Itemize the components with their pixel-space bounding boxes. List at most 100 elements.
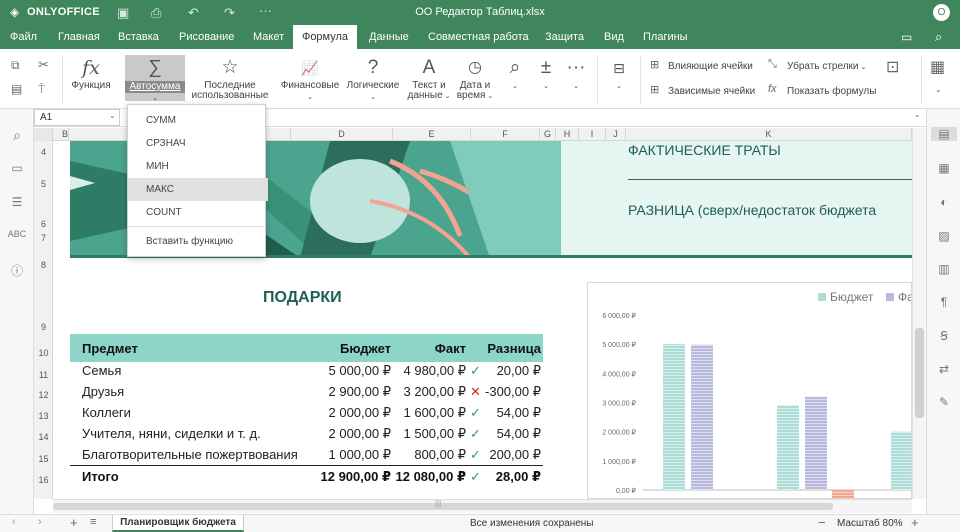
trace-precedents-button[interactable]: Влияющие ячейки xyxy=(668,61,753,72)
menu-item-max[interactable]: МАКС xyxy=(128,178,268,201)
zoom-level[interactable]: Масштаб 80% xyxy=(837,518,903,529)
cut-icon[interactable]: ✂ xyxy=(38,57,49,73)
signature-icon[interactable]: ✎ xyxy=(927,395,960,409)
tab-data[interactable]: Данные xyxy=(369,25,409,49)
copy-icon[interactable]: ⧉ xyxy=(11,58,20,73)
zoom-in-icon[interactable]: + xyxy=(911,515,919,530)
trace-dependents-button[interactable]: Зависимые ячейки xyxy=(668,86,755,97)
row-header-11[interactable]: 11 xyxy=(34,370,53,380)
comments-icon[interactable]: ▭ xyxy=(0,161,34,175)
watch-window-icon[interactable]: ⊡ xyxy=(886,57,899,77)
table-settings-icon[interactable]: ▦ xyxy=(927,161,960,175)
menu-item-sum[interactable]: СУММ xyxy=(128,109,268,132)
text-art-icon[interactable]: Ꞩ xyxy=(927,329,960,343)
menu-item-average[interactable]: СРЗНАЧ xyxy=(128,132,268,155)
tab-view[interactable]: Вид xyxy=(604,25,624,49)
tab-file[interactable]: Файл xyxy=(10,25,37,49)
user-avatar[interactable]: O xyxy=(933,4,950,21)
column-header-b[interactable]: B xyxy=(53,128,69,141)
menu-item-count[interactable]: COUNT xyxy=(128,201,268,224)
tab-formula[interactable]: Формула xyxy=(293,25,357,49)
row-header-7[interactable]: 7 xyxy=(34,233,53,243)
horizontal-scroll-thumb[interactable] xyxy=(53,503,833,510)
name-box[interactable]: A1 ⌄ xyxy=(34,109,120,126)
text-data-button[interactable]: A Текст и данные ⌄ xyxy=(404,57,454,102)
financial-button[interactable]: 📈 Финансовые ⌄ xyxy=(280,57,340,103)
pivot-settings-icon[interactable]: ⇄ xyxy=(927,362,960,376)
menu-item-min[interactable]: МИН xyxy=(128,155,268,178)
name-box-value: A1 xyxy=(40,112,53,123)
select-all-corner[interactable] xyxy=(34,128,53,141)
cell-settings-icon[interactable]: ▤ xyxy=(931,127,957,141)
add-sheet-icon[interactable]: + xyxy=(70,515,78,530)
row-header-12[interactable]: 12 xyxy=(34,390,53,400)
prev-sheet-icon[interactable]: ‹ xyxy=(12,516,16,528)
tab-layout[interactable]: Макет xyxy=(253,25,284,49)
shape-settings-icon[interactable]: ◐ xyxy=(927,195,960,209)
column-header-k[interactable]: K xyxy=(626,128,912,141)
tab-home[interactable]: Главная xyxy=(58,25,100,49)
column-header-h[interactable]: H xyxy=(556,128,579,141)
next-sheet-icon[interactable]: › xyxy=(38,516,42,528)
menu-item-insert-function[interactable]: Вставить функцию xyxy=(128,230,268,253)
calculation-icon[interactable]: ▦ xyxy=(930,57,945,77)
column-header-i[interactable]: I xyxy=(579,128,606,141)
row-header-16[interactable]: 16 xyxy=(34,475,53,485)
open-location-icon[interactable]: ▭ xyxy=(901,30,912,44)
row-header-9[interactable]: 9 xyxy=(34,322,53,332)
logical-button[interactable]: ? Логические ⌄ xyxy=(343,57,403,103)
paste-icon[interactable]: ▤ xyxy=(11,82,22,96)
format-painter-icon[interactable]: ⍑ xyxy=(38,82,45,97)
sheet-list-icon[interactable]: ≡ xyxy=(90,516,96,528)
tab-plugins[interactable]: Плагины xyxy=(643,25,688,49)
date-time-button[interactable]: ◷ Дата и время ⌄ xyxy=(454,57,496,102)
image-settings-icon[interactable]: ▨ xyxy=(927,229,960,243)
about-icon[interactable]: ⓘ xyxy=(0,262,34,279)
row-header-10[interactable]: 10 xyxy=(34,348,53,358)
sheet-tab-budget[interactable]: Планировщик бюджета xyxy=(112,515,244,532)
lookup-button[interactable]: ⌕ ⌄ xyxy=(502,57,528,92)
vertical-scroll-thumb[interactable] xyxy=(915,328,924,418)
column-header-j[interactable]: J xyxy=(606,128,626,141)
more-functions-button[interactable]: ··· ⌄ xyxy=(563,57,589,92)
search-icon[interactable]: ⌕ xyxy=(0,127,34,144)
expand-formula-icon[interactable]: ⌄ xyxy=(914,110,921,119)
chevron-down-icon[interactable]: ⌄ xyxy=(935,85,942,94)
tab-insert[interactable]: Вставка xyxy=(118,25,159,49)
row-header-8[interactable]: 8 xyxy=(34,260,53,270)
financial-chart-icon: 📈 xyxy=(301,60,319,76)
chart-settings-icon[interactable]: ▥ xyxy=(927,262,960,276)
row-header-6[interactable]: 6 xyxy=(34,219,53,229)
tab-protection[interactable]: Защита xyxy=(545,25,584,49)
remove-arrows-button[interactable]: Убрать стрелки ⌄ xyxy=(787,61,866,72)
budget-chart[interactable]: 6 000,00 ₽ 5 000,00 ₽ 4 000,00 ₽ 3 000,00 ₽… xyxy=(587,282,912,499)
status-bar: ‹ › + ≡ Планировщик бюджета Все изменени… xyxy=(0,514,960,532)
column-header-d[interactable]: D xyxy=(291,128,393,141)
vertical-scrollbar[interactable] xyxy=(912,128,926,499)
math-button[interactable]: ± ⌄ xyxy=(533,57,559,92)
spellcheck-icon[interactable]: ABC xyxy=(0,229,34,239)
named-ranges-button[interactable]: ⊟ ⌄ xyxy=(604,57,634,92)
row-header-13[interactable]: 13 xyxy=(34,411,53,421)
paragraph-settings-icon[interactable]: ¶ xyxy=(927,295,960,309)
horizontal-scrollbar[interactable]: ||| xyxy=(53,499,912,513)
tab-draw[interactable]: Рисование xyxy=(179,25,234,49)
y-tick-label: 0,00 ₽ xyxy=(616,487,637,495)
insert-function-button[interactable]: fx Функция xyxy=(68,57,114,91)
column-header-g[interactable]: G xyxy=(540,128,556,141)
row-header-5[interactable]: 5 xyxy=(34,179,53,189)
column-header-f[interactable]: F xyxy=(471,128,540,141)
tab-collaboration[interactable]: Совместная работа xyxy=(428,25,529,49)
column-header-e[interactable]: E xyxy=(393,128,471,141)
y-tick-label: 6 000,00 ₽ xyxy=(602,312,636,320)
zoom-out-icon[interactable]: − xyxy=(818,515,826,530)
row-header-14[interactable]: 14 xyxy=(34,432,53,442)
formula-input[interactable] xyxy=(234,109,924,126)
autosum-button[interactable]: ∑ Автосумма ⌄ xyxy=(125,55,185,102)
show-formulas-button[interactable]: Показать формулы xyxy=(787,86,876,97)
chevron-down-icon[interactable]: ⌄ xyxy=(109,111,116,120)
chat-icon[interactable]: ☰ xyxy=(0,195,34,209)
row-header-4[interactable]: 4 xyxy=(34,147,53,157)
search-icon[interactable]: ⌕ xyxy=(935,29,942,45)
row-header-15[interactable]: 15 xyxy=(34,454,53,464)
